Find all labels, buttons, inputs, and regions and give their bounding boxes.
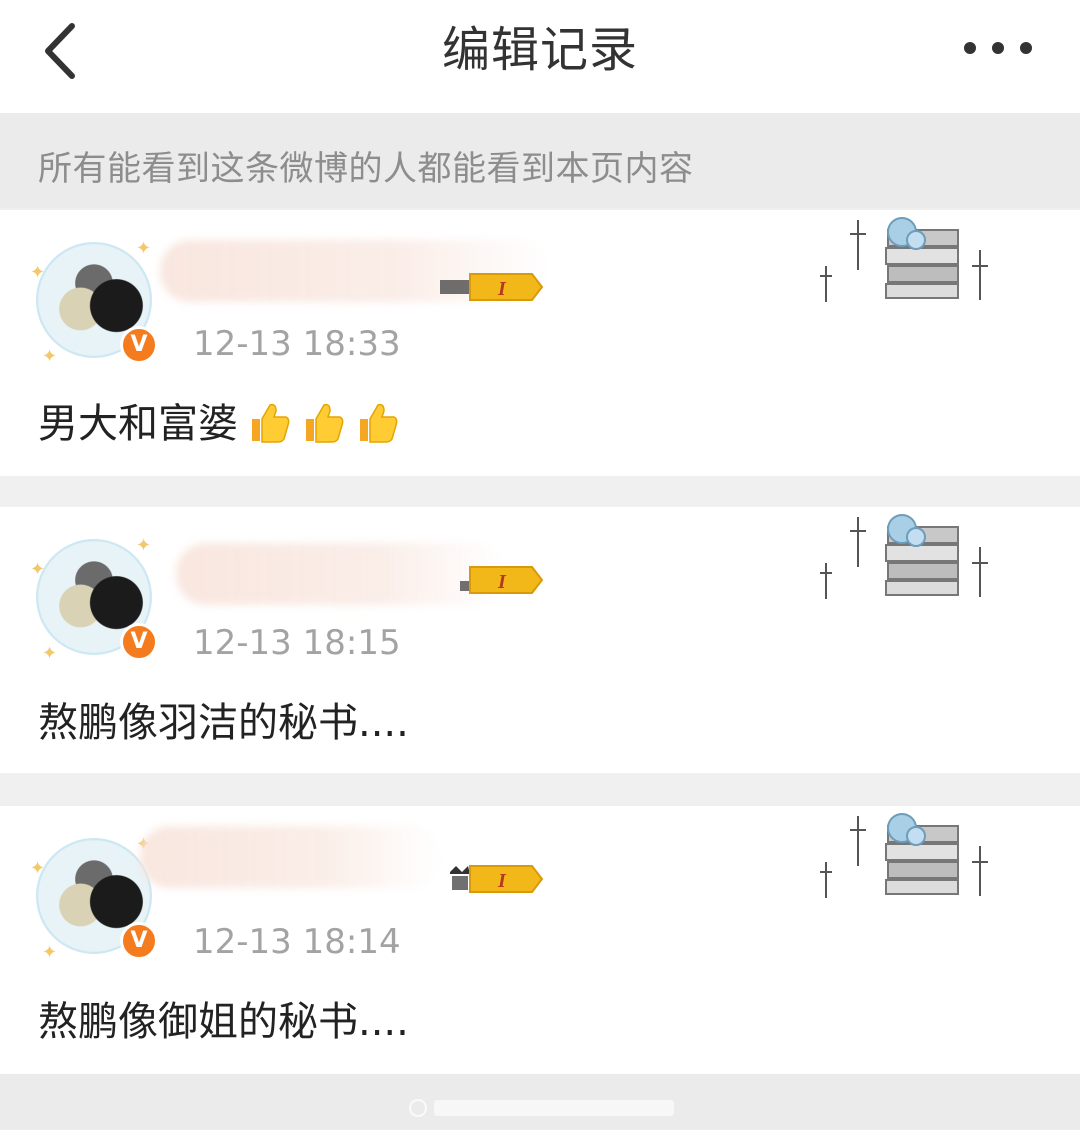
sparkle-icon: ✦: [136, 238, 152, 259]
sparkle-icon: ✦: [30, 858, 46, 879]
record-time: 12-13 18:14: [193, 922, 401, 962]
avatar[interactable]: ✦ ✦ ✦ V: [30, 238, 160, 367]
vip-level-icon: I: [440, 273, 544, 301]
sparkle-icon: ✦: [42, 643, 58, 664]
thumbs-up-icon: [360, 403, 398, 443]
thumbs-up-icon: [252, 403, 290, 443]
username-redacted[interactable]: [140, 826, 440, 888]
thumbs-up-icon: [306, 403, 344, 443]
vip-level-icon: I: [450, 865, 544, 893]
svg-text:I: I: [497, 278, 507, 300]
sparkle-icon: ✦: [42, 346, 58, 367]
verified-badge: V: [120, 922, 158, 960]
avatar[interactable]: ✦ ✦ ✦ V: [30, 535, 160, 664]
sparkle-icon: ✦: [42, 942, 58, 963]
visibility-notice: 所有能看到这条微博的人都能看到本页内容: [0, 113, 1080, 208]
sparkle-icon: ✦: [30, 262, 46, 283]
notice-text: 所有能看到这条微博的人都能看到本页内容: [38, 149, 694, 189]
watermark-icon: [409, 1099, 674, 1117]
record-content: 男大和富婆: [38, 398, 400, 450]
edit-record-card[interactable]: ✦ ✦ ✦ V I 12-13 18:33 男大和富婆: [0, 210, 1080, 476]
nav-bar: 编辑记录: [0, 0, 1080, 113]
sparkle-icon: ✦: [30, 559, 46, 580]
record-text: 男大和富婆: [38, 401, 238, 447]
page-title: 编辑记录: [441, 22, 638, 78]
record-text: 熬鹏像羽洁的秘书....: [38, 700, 409, 746]
svg-text:I: I: [497, 870, 507, 892]
card-decoration-icon: [820, 813, 988, 898]
verified-badge: V: [120, 326, 158, 364]
record-time: 12-13 18:15: [193, 623, 401, 663]
record-text: 熬鹏像御姐的秘书....: [38, 999, 409, 1045]
record-time: 12-13 18:33: [193, 324, 401, 364]
vip-level-icon: I: [460, 566, 544, 594]
svg-text:I: I: [497, 571, 507, 593]
card-decoration-icon: [820, 217, 988, 302]
edit-record-card[interactable]: ✦ ✦ ✦ V I 12-13 18:14 熬鹏像御姐的秘书....: [0, 806, 1080, 1074]
sparkle-icon: ✦: [136, 535, 152, 556]
card-decoration-icon: [820, 514, 988, 599]
verified-badge: V: [120, 623, 158, 661]
more-dots-icon[interactable]: [958, 30, 1038, 66]
edit-record-card[interactable]: ✦ ✦ ✦ V I 12-13 18:15 熬鹏像羽洁的秘书....: [0, 507, 1080, 773]
